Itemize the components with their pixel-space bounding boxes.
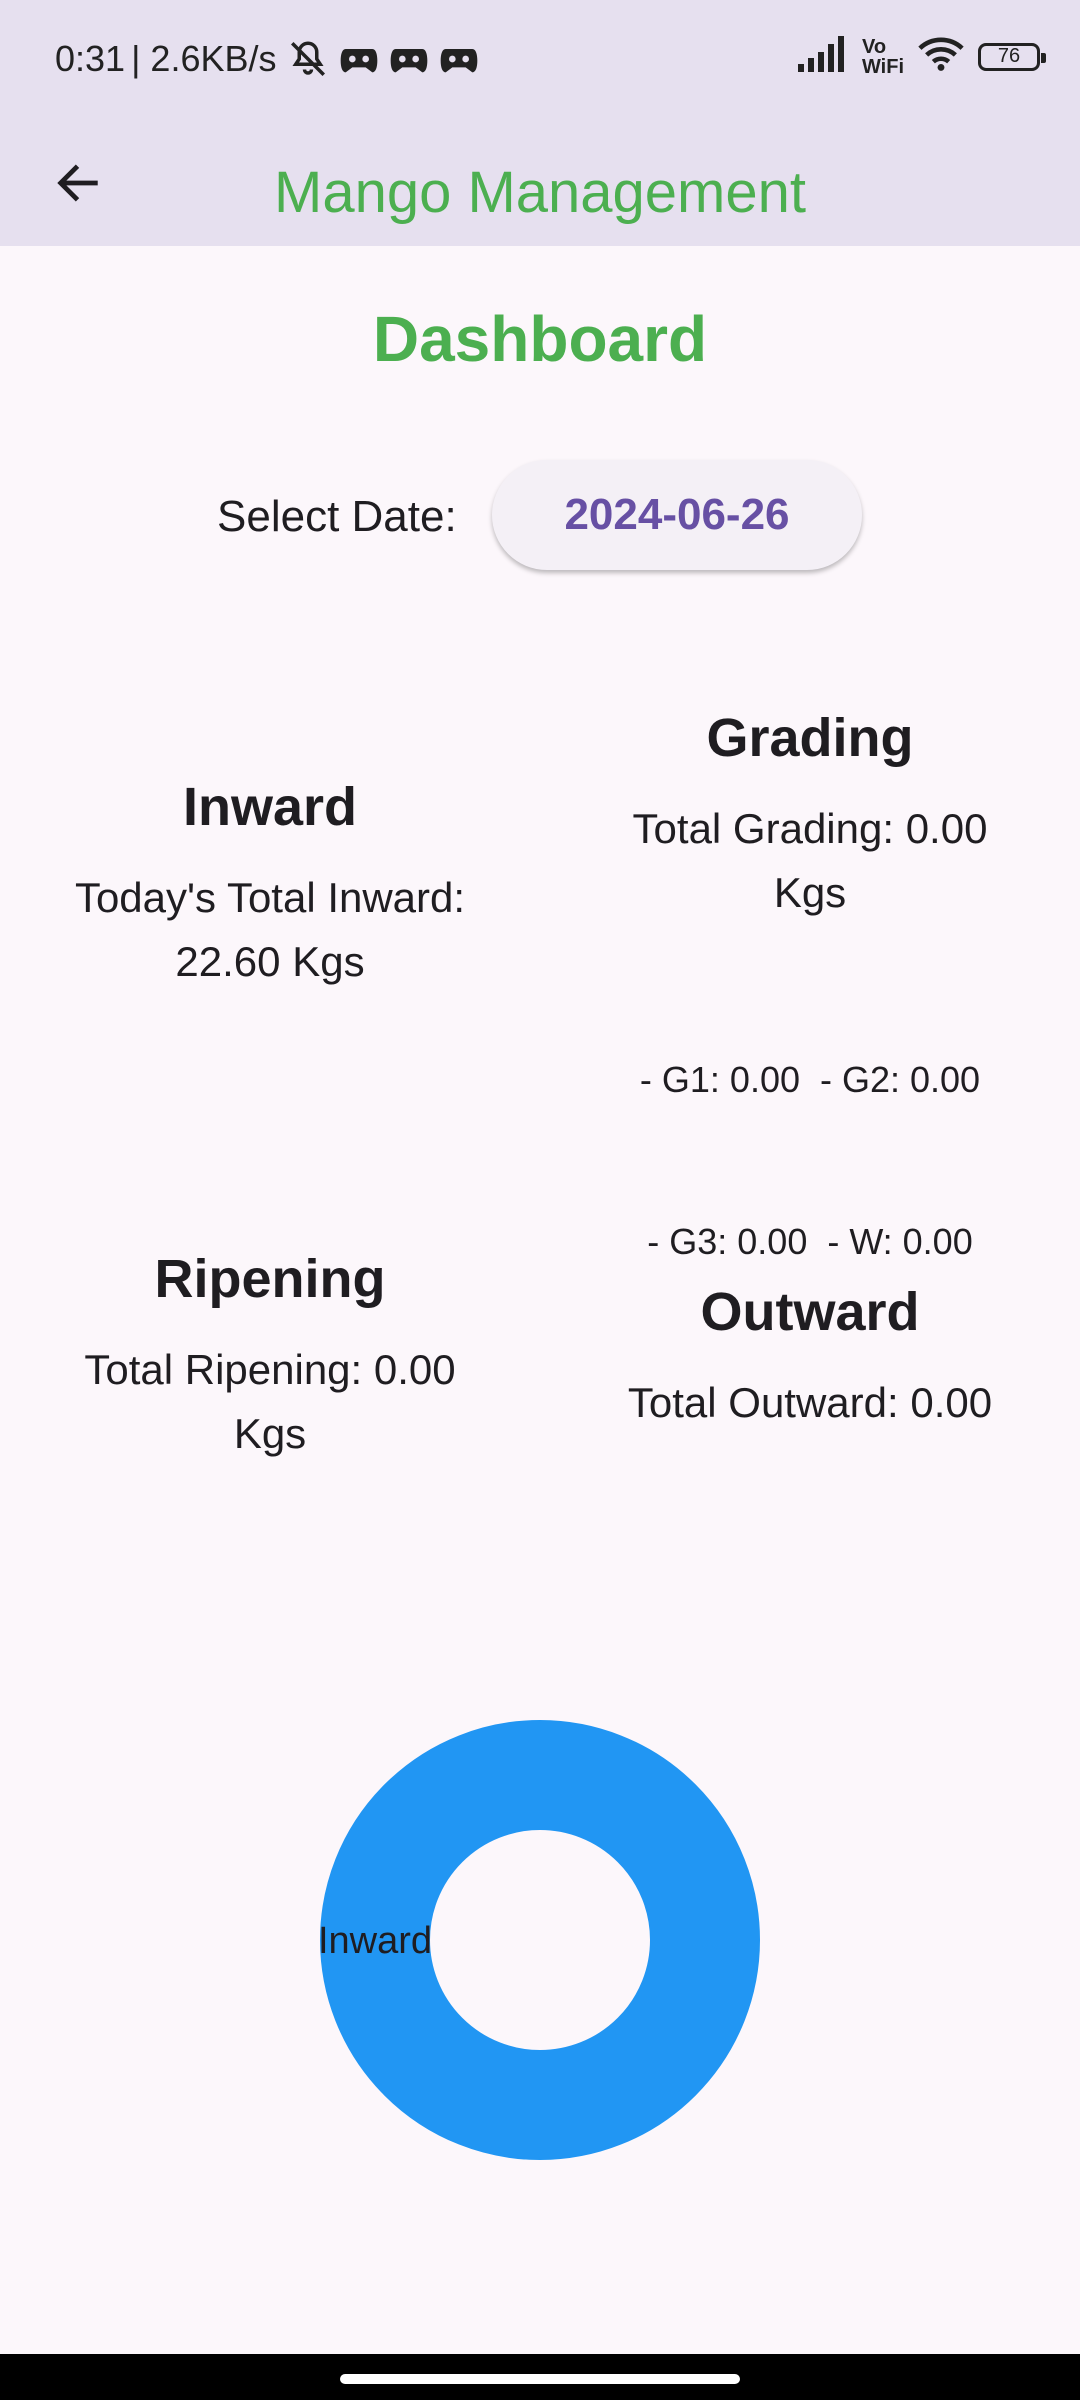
donut-slice-label: Inward — [318, 1920, 432, 1962]
screen: 0:31 | 2.6KB/s Vo WiFi 76 Mango Manageme… — [0, 0, 1080, 2400]
grading-total-label: Total Grading: 0.00 — [632, 804, 988, 852]
status-right: Vo WiFi 76 — [797, 36, 1046, 77]
status-time: 0:31 — [55, 38, 126, 79]
grading-breakdown-line2: - G3: 0.00 - W: 0.00 — [647, 1220, 973, 1262]
app-title: Mango Management — [274, 160, 806, 225]
battery-level: 76 — [997, 45, 1021, 67]
vowifi-indicator: Vo WiFi — [862, 37, 904, 77]
ripening-card: Ripening Total Ripening: 0.00 Kgs — [40, 1247, 500, 1466]
home-gesture-handle[interactable] — [340, 2374, 740, 2384]
page-title: Dashboard — [372, 303, 708, 375]
outward-total-label: Total Outward: 0.00 — [627, 1378, 993, 1426]
donut-chart-svg: Inward — [318, 1720, 760, 2160]
mute-bell-icon — [287, 38, 329, 80]
inward-total: Today's Total Inward: 22.60 Kgs — [40, 866, 500, 994]
outward-total: Total Outward: 0.00 — [580, 1371, 1040, 1435]
inward-total-value: 22.60 Kgs — [175, 937, 365, 985]
vowifi-bottom: WiFi — [861, 55, 904, 78]
status-bar: 0:31 | 2.6KB/s Vo WiFi 76 — [0, 0, 1080, 120]
wifi-icon — [918, 36, 964, 77]
ripening-total-unit: Kgs — [233, 1409, 307, 1457]
outward-card: Outward Total Outward: 0.00 — [580, 1280, 1040, 1435]
app-bar: Mango Management — [0, 120, 1080, 246]
inward-total-label: Today's Total Inward: — [74, 873, 466, 921]
signal-icon — [797, 36, 848, 77]
ripening-title: Ripening — [154, 1249, 386, 1309]
inward-title: Inward — [182, 777, 358, 837]
status-left: 0:31 | 2.6KB/s — [55, 38, 479, 80]
date-row: Select Date: 2024-06-26 — [0, 460, 1080, 572]
date-picker-button[interactable]: 2024-06-26 — [492, 460, 862, 570]
inward-card: Inward Today's Total Inward: 22.60 Kgs — [40, 775, 500, 994]
ripening-total: Total Ripening: 0.00 Kgs — [40, 1338, 500, 1466]
outward-title: Outward — [700, 1282, 920, 1342]
game-controller-icon — [389, 42, 429, 76]
game-controller-icon — [439, 42, 479, 76]
status-speed: | 2.6KB/s — [131, 38, 277, 79]
game-controller-icon — [339, 42, 379, 76]
grading-title: Grading — [706, 708, 914, 768]
vowifi-top: Vo — [861, 35, 887, 58]
grading-total-unit: Kgs — [773, 868, 847, 916]
date-label: Select Date: — [217, 492, 457, 541]
grading-total: Total Grading: 0.00 Kgs — [580, 797, 1040, 925]
grading-card: Grading Total Grading: 0.00 Kgs - G1: 0.… — [580, 706, 1040, 1377]
ripening-total-label: Total Ripening: 0.00 — [84, 1345, 456, 1393]
battery-icon: 76 — [978, 42, 1046, 71]
navigation-bar — [0, 2354, 1080, 2400]
donut-chart: Inward — [0, 1700, 1080, 2180]
grading-breakdown-line1: - G1: 0.00 - G2: 0.00 — [639, 1058, 981, 1100]
